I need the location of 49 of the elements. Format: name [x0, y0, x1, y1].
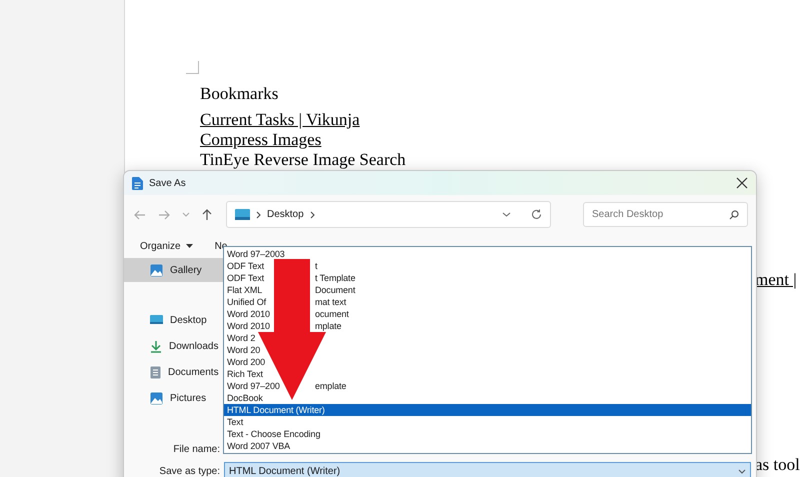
desktop-icon — [150, 314, 163, 326]
close-button[interactable] — [736, 177, 748, 189]
dropdown-icon[interactable] — [502, 212, 511, 217]
refresh-icon[interactable] — [531, 209, 542, 220]
file-type-option[interactable]: ODF Text t — [224, 260, 751, 272]
sidebar-item[interactable]: Gallery — [124, 258, 224, 282]
file-name-label: File name: — [172, 444, 220, 454]
search-field[interactable]: Search Desktop — [583, 202, 748, 227]
save-type-label: Save as type: — [158, 466, 220, 476]
caret-icon — [186, 244, 193, 248]
save-type-dropdown[interactable]: HTML Document (Writer) — [224, 462, 751, 477]
sidebar-item[interactable]: Downloads — [124, 334, 224, 358]
chevron-icon — [310, 210, 315, 218]
file-type-option[interactable]: Flat XML Document — [224, 284, 751, 296]
document-text: TinEye Reverse Image Search — [200, 150, 406, 170]
chevron-icon — [738, 468, 746, 474]
file-type-option[interactable]: DocBook — [224, 392, 751, 404]
file-type-option[interactable]: ODF Text t Template — [224, 272, 751, 284]
download-icon — [150, 340, 162, 352]
file-type-option[interactable]: Word 97–2003 — [224, 248, 751, 260]
window-title: Save As — [149, 178, 187, 188]
file-type-option[interactable]: Word 2007 VBA — [224, 440, 751, 452]
desktop-icon — [235, 209, 250, 220]
file-type-option[interactable]: Unified Of mat text — [224, 296, 751, 308]
file-type-option[interactable]: Word 20 — [224, 344, 751, 356]
document-heading: Bookmarks — [200, 84, 280, 104]
up-button[interactable] — [202, 208, 212, 220]
bookmark-link[interactable]: ment | — [755, 270, 797, 290]
file-type-option[interactable]: Word 2 — [224, 332, 751, 344]
document-icon — [132, 176, 143, 190]
file-type-option[interactable]: Text - Choose Encoding — [224, 428, 751, 440]
chevron-icon — [256, 210, 261, 218]
search-icon — [729, 210, 739, 220]
file-type-option[interactable]: Rich Text — [224, 368, 751, 380]
file-type-option[interactable]: Word 200 — [224, 356, 751, 368]
bookmark-link[interactable]: Current Tasks | Vikunja — [200, 110, 360, 130]
document-icon — [150, 366, 161, 378]
file-type-option[interactable]: Word 97–200 emplate — [224, 380, 751, 392]
address-bar[interactable]: Desktop — [226, 201, 551, 228]
toolbar-button[interactable]: Organize — [140, 240, 193, 252]
file-type-option[interactable]: Word 2010 mplate — [224, 320, 751, 332]
file-type-option[interactable]: Word 2010 ocument — [224, 308, 751, 320]
text-boundary-mark — [186, 61, 199, 74]
file-type-option[interactable]: Text — [224, 416, 751, 428]
picture-icon — [150, 392, 163, 404]
breadcrumb[interactable]: Desktop — [267, 209, 304, 220]
bookmark-link[interactable]: Compress Images — [200, 130, 322, 150]
gallery-icon — [150, 264, 163, 276]
file-type-option[interactable]: HTML Document (Writer) — [224, 404, 751, 416]
